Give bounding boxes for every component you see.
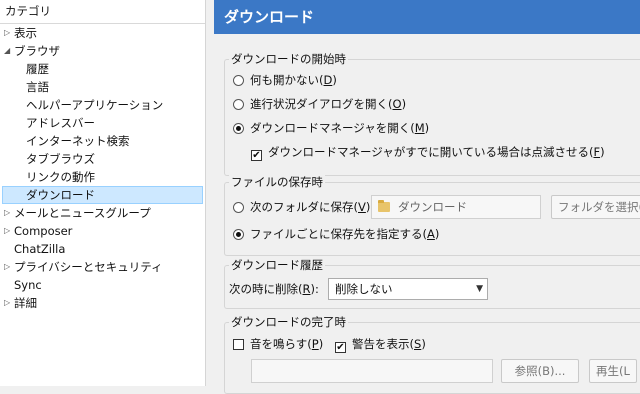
tree-item[interactable]: 履歴 bbox=[0, 60, 205, 78]
play-button[interactable]: 再生(L bbox=[589, 359, 637, 383]
radio-open-progress[interactable]: 進行状況ダイアログを開く(O) bbox=[233, 95, 406, 113]
group-title: ダウンロードの開始時 bbox=[229, 51, 348, 67]
twisty-closed-icon[interactable]: ▷ bbox=[4, 222, 12, 240]
radio-save-to-folder[interactable]: 次のフォルダに保存(V) bbox=[233, 198, 370, 216]
browse-button[interactable]: 参照(B)... bbox=[501, 359, 579, 383]
tree-item-label: インターネット検索 bbox=[26, 134, 130, 148]
tree-item-label: 履歴 bbox=[26, 62, 49, 76]
checkmark-icon[interactable]: ✔ bbox=[335, 342, 346, 353]
tree-item-label: プライバシーとセキュリティ bbox=[14, 260, 163, 274]
tree-item[interactable]: ChatZilla bbox=[0, 240, 205, 258]
download-history-group: ダウンロード履歴 次の時に削除(R): 削除しない ▼ bbox=[224, 257, 640, 309]
tree-item[interactable]: インターネット検索 bbox=[0, 132, 205, 150]
tree-item[interactable]: ▷ 表示 bbox=[0, 24, 205, 42]
checkmark-icon[interactable]: ✔ bbox=[251, 150, 262, 161]
radio-open-manager[interactable]: ダウンロードマネージャを開く(M) bbox=[233, 119, 429, 137]
tree-item[interactable]: リンクの動作 bbox=[0, 168, 205, 186]
group-title: ファイルの保存時 bbox=[229, 174, 325, 190]
tree-item-label: ダウンロード bbox=[26, 188, 95, 202]
radio-indicator-selected[interactable] bbox=[233, 123, 244, 134]
twisty-closed-icon[interactable]: ▷ bbox=[4, 204, 12, 222]
twisty-closed-icon[interactable]: ▷ bbox=[4, 24, 12, 42]
twisty-open-icon[interactable]: ◢ bbox=[4, 42, 12, 60]
tree-item[interactable]: タブブラウズ bbox=[0, 150, 205, 168]
sound-file-field[interactable] bbox=[251, 359, 493, 383]
category-tree[interactable]: カテゴリ ▷ 表示 ◢ ブラウザ履歴言語ヘルパーアプリケーション アドレスバーインターネ… bbox=[0, 0, 206, 386]
radio-indicator[interactable] bbox=[233, 75, 244, 86]
page-title: ダウンロード bbox=[214, 0, 640, 34]
tree-item[interactable]: 言語 bbox=[0, 78, 205, 96]
tree-item-label: アドレスバー bbox=[26, 116, 95, 130]
radio-indicator[interactable] bbox=[233, 99, 244, 110]
tree-item-label: タブブラウズ bbox=[26, 152, 95, 166]
tree-item-label: ChatZilla bbox=[14, 242, 66, 256]
tree-item-label: リンクの動作 bbox=[26, 170, 95, 184]
tree-item[interactable]: ▷ プライバシーとセキュリティ bbox=[0, 258, 205, 276]
download-start-group: ダウンロードの開始時 何も開かない(D) 進行状況ダイアログを開く(O) ダウン… bbox=[224, 51, 640, 176]
remove-history-label: 次の時に削除(R): bbox=[229, 282, 319, 296]
checkbox-box[interactable] bbox=[233, 339, 244, 350]
tree-header: カテゴリ bbox=[0, 0, 205, 24]
flash-manager-checkbox[interactable]: ✔ ダウンロードマネージャがすでに開いている場合は点滅させる(F) bbox=[251, 143, 605, 161]
play-sound-checkbox[interactable]: 音を鳴らす(P) bbox=[233, 335, 323, 353]
radio-open-nothing[interactable]: 何も開かない(D) bbox=[233, 71, 337, 89]
twisty-closed-icon[interactable]: ▷ bbox=[4, 294, 12, 312]
radio-indicator-selected[interactable] bbox=[233, 229, 244, 240]
tree-list: ▷ 表示 ◢ ブラウザ履歴言語ヘルパーアプリケーション アドレスバーインターネット検索タ… bbox=[0, 24, 205, 312]
download-complete-group: ダウンロードの完了時 音を鳴らす(P) ✔ 警告を表示(S) 参照(B)... 再… bbox=[224, 314, 640, 394]
show-alert-checkbox[interactable]: ✔ 警告を表示(S) bbox=[335, 335, 426, 353]
tree-item[interactable]: ▷ 詳細 bbox=[0, 294, 205, 312]
remove-history-select[interactable]: 削除しない ▼ bbox=[328, 278, 488, 300]
radio-indicator[interactable] bbox=[233, 202, 244, 213]
tree-item[interactable]: ◢ ブラウザ bbox=[0, 42, 205, 60]
group-title: ダウンロード履歴 bbox=[229, 257, 325, 273]
tree-item[interactable]: ▷ メールとニュースグループ bbox=[0, 204, 205, 222]
tree-item[interactable]: Sync bbox=[0, 276, 205, 294]
tree-item[interactable]: ▷ Composer bbox=[0, 222, 205, 240]
folder-icon bbox=[378, 200, 390, 212]
tree-item[interactable]: アドレスバー bbox=[0, 114, 205, 132]
tree-item-label: メールとニュースグループ bbox=[14, 206, 151, 220]
tree-item[interactable]: ヘルパーアプリケーション bbox=[0, 96, 205, 114]
radio-ask-each-file[interactable]: ファイルごとに保存先を指定する(A) bbox=[233, 225, 439, 243]
choose-folder-button[interactable]: フォルダを選択(C bbox=[551, 195, 640, 219]
tree-item-label: ヘルパーアプリケーション bbox=[26, 98, 164, 112]
download-folder-field[interactable]: ダウンロード bbox=[371, 195, 541, 219]
tree-item-label: 言語 bbox=[26, 80, 49, 94]
group-title: ダウンロードの完了時 bbox=[229, 314, 348, 330]
chevron-down-icon: ▼ bbox=[476, 284, 483, 294]
tree-item-label: Sync bbox=[14, 278, 42, 292]
preferences-pane: ダウンロード ダウンロードの開始時 何も開かない(D) 進行状況ダイアログを開く… bbox=[214, 0, 640, 394]
twisty-closed-icon[interactable]: ▷ bbox=[4, 258, 12, 276]
tree-item[interactable]: ダウンロード bbox=[2, 186, 203, 204]
file-save-group: ファイルの保存時 次のフォルダに保存(V) ダウンロード フォルダを選択(C フ… bbox=[224, 174, 640, 256]
